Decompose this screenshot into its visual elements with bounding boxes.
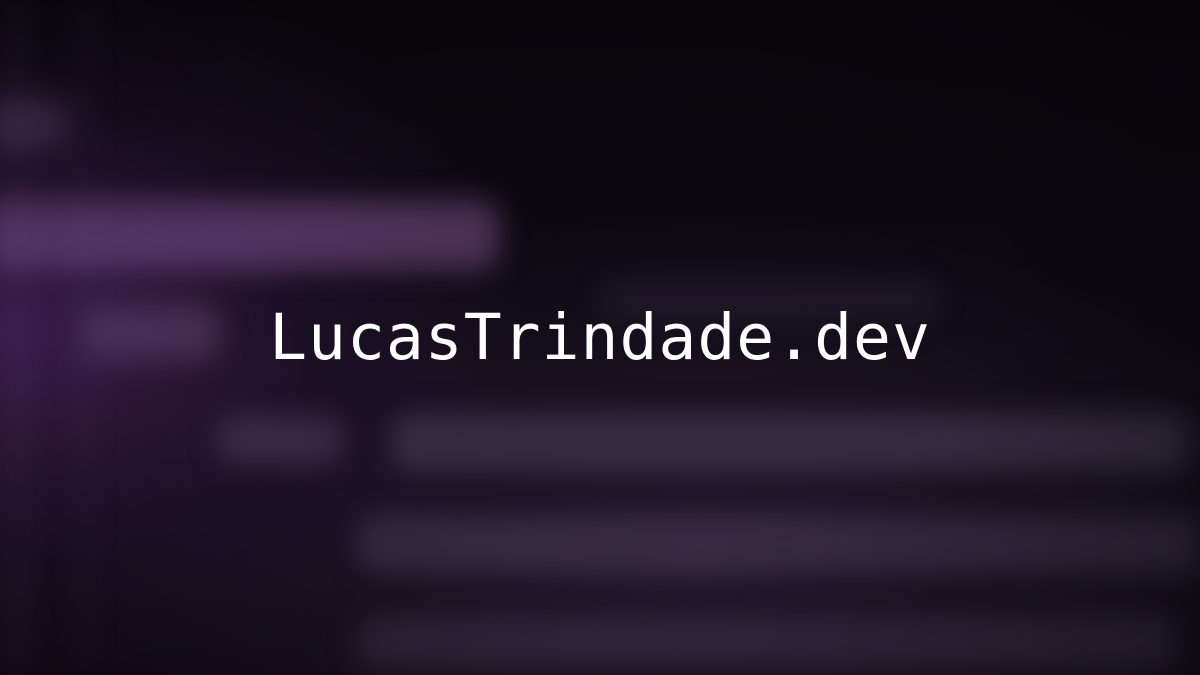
blurred-code-line — [355, 515, 1200, 575]
blurred-code-line — [0, 200, 500, 270]
blurred-code-line — [0, 95, 70, 150]
blurred-code-line — [390, 412, 1190, 472]
blurred-code-line — [355, 615, 1175, 670]
blurred-code-line — [215, 415, 345, 465]
hero-banner: LucasTrindade.dev — [0, 0, 1200, 675]
site-title: LucasTrindade.dev — [269, 301, 931, 374]
